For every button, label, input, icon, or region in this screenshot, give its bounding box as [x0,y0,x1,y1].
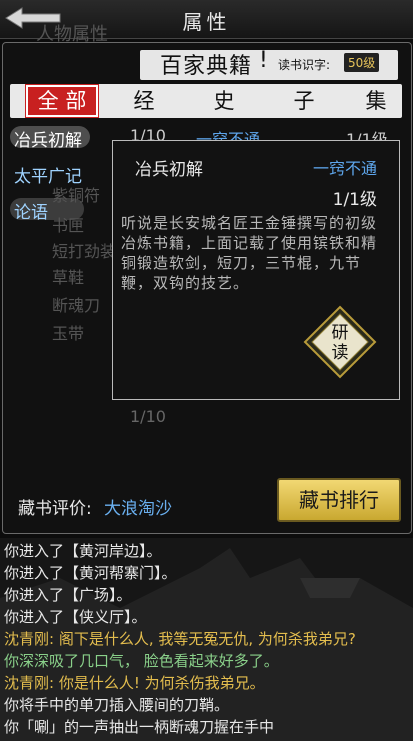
study-label-1: 研 [331,323,349,343]
collection-rating-value: 大浪淘沙 [104,499,172,519]
reading-skill-level: 50级 [344,53,380,72]
tab-classics[interactable]: 经 [108,86,180,116]
log-line: 你进入了【黄河岸边】。 [4,542,162,560]
message-log: 你进入了【黄河岸边】。 你进入了【黄河帮寨门】。 你进入了【广场】。 你进入了【… [0,538,413,741]
study-label: 研 读 [303,323,377,363]
book-level: 1/1级 [332,190,377,210]
book-name: 冶兵初解 [135,160,203,180]
study-button[interactable]: 研 读 [303,305,377,379]
collection-rating-label: 藏书评价: [18,499,92,519]
bg-item-1: 紫铜符 [52,186,101,205]
background-tab-label: 人物属性 [36,24,108,45]
tab-history[interactable]: 史 [188,86,260,116]
bg-item-2: 书匣 [52,216,85,235]
panel-title: 百家典籍 [160,54,253,79]
log-line: 你将手中的单刀插入腰间的刀鞘。 [4,696,230,714]
log-line: 沈青刚: 阁下是什么人, 我等无冤无仇, 为何杀我弟兄? [4,630,356,648]
log-line: 你深深吸了几口气， 脸色看起来好多了。 [4,652,279,670]
log-line: 你「唰」的一声抽出一柄断魂刀握在手中 [4,718,275,736]
study-label-2: 读 [331,343,349,363]
bg-item-5: 断魂刀 [52,296,101,315]
panel-exclamation: ! [259,48,268,73]
log-line: 你进入了【广场】。 [4,586,132,604]
bg-item-6: 玉带 [52,324,85,343]
category-tabs: 全 部 经 史 子 集 [10,84,402,118]
category-item-lunyu[interactable]: 论语 [14,198,48,223]
book-description: 听说是长安城名匠王金锤撰写的初级冶炼书籍，上面记载了使用镔铁和精铜锻造软剑，短刀… [121,214,378,292]
tab-philosophers[interactable]: 子 [268,86,340,116]
log-line: 沈青刚: 你是什么人! 为何杀伤我弟兄。 [4,674,265,692]
collection-ranking-button[interactable]: 藏书排行 [277,478,401,522]
book-detail-popup: 冶兵初解 一窍不通 1/1级 听说是长安城名匠王金锤撰写的初级冶炼书籍，上面记载… [112,140,400,400]
tab-anthologies[interactable]: 集 [340,86,412,116]
book-rank: 一窍不通 [312,159,377,178]
category-item-yebing[interactable]: 冶兵初解 [14,126,82,151]
bg-item-3: 短打劲装 [52,242,117,261]
ghost-progress: 1/10 [130,407,166,426]
tab-all[interactable]: 全 部 [26,85,98,117]
bg-item-4: 草鞋 [52,268,85,287]
log-line: 你进入了【黄河帮寨门】。 [4,564,177,582]
reading-skill-label: 读书识字: [278,58,331,72]
log-line: 你进入了【侠义厅】。 [4,608,147,626]
